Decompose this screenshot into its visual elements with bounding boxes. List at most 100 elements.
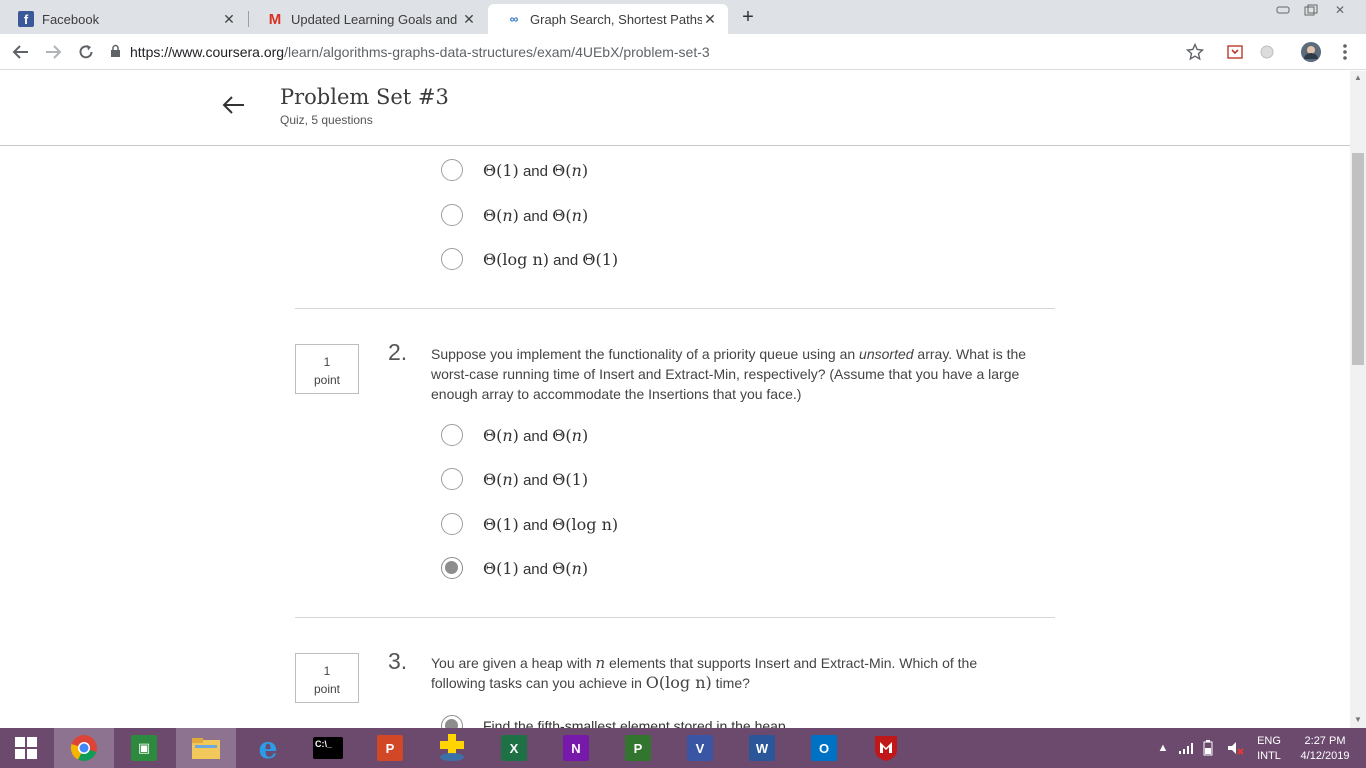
taskbar-cmd[interactable]: C:\_ <box>298 728 358 768</box>
minimize-icon <box>1276 6 1290 14</box>
taskbar-file-explorer[interactable] <box>176 728 236 768</box>
taskbar-chrome[interactable] <box>54 728 114 768</box>
radio-button[interactable] <box>441 159 463 181</box>
taskbar-mcafee[interactable] <box>856 728 916 768</box>
close-icon: ✕ <box>1334 3 1346 17</box>
points-label: point <box>313 682 341 696</box>
option-label: Find the fifth-smallest element stored i… <box>483 718 790 728</box>
taskbar-outlook[interactable]: O <box>794 728 854 768</box>
q2-option-1[interactable]: Θ(n) and Θ(n) <box>441 423 588 447</box>
back-button[interactable] <box>9 40 33 64</box>
q1-option-3[interactable]: Θ(log n) and Θ(1) <box>441 247 618 271</box>
back-arrow-icon <box>222 96 244 114</box>
outlook-icon: O <box>811 735 837 761</box>
game-icon <box>440 734 464 761</box>
extension-shield-icon[interactable] <box>1224 41 1246 63</box>
url-path: /learn/algorithms-graphs-data-structures… <box>284 44 710 60</box>
reload-icon <box>79 45 93 59</box>
radio-button[interactable] <box>441 513 463 535</box>
onenote-icon: N <box>563 735 589 761</box>
taskbar-game[interactable] <box>422 728 482 768</box>
scroll-up-icon[interactable]: ▲ <box>1354 73 1362 82</box>
page-scrollbar[interactable]: ▲ ▼ <box>1350 71 1366 728</box>
gmail-icon: M <box>268 10 282 28</box>
close-window-button[interactable]: ✕ <box>1326 0 1354 20</box>
taskbar-onenote[interactable]: N <box>546 728 606 768</box>
input-language[interactable]: ENG INTL <box>1252 728 1286 768</box>
close-icon[interactable]: ✕ <box>461 11 477 28</box>
q2-option-3[interactable]: Θ(1) and Θ(log n) <box>441 512 618 536</box>
question-number: 3. <box>388 648 408 674</box>
tab-facebook[interactable]: f Facebook ✕ <box>0 4 247 34</box>
scrollbar-thumb[interactable] <box>1352 153 1364 365</box>
cmd-icon: C:\_ <box>313 737 343 759</box>
start-button[interactable] <box>0 728 52 768</box>
q2-option-2[interactable]: Θ(n) and Θ(1) <box>441 467 588 491</box>
restore-button[interactable] <box>1298 0 1324 20</box>
points-label: point <box>313 373 341 387</box>
q3-option-1[interactable]: Find the fifth-smallest element stored i… <box>441 714 790 728</box>
radio-button-selected[interactable] <box>441 557 463 579</box>
profile-avatar-icon[interactable] <box>1300 41 1322 63</box>
tab-title: Graph Search, Shortest Paths, and <box>530 11 702 27</box>
reload-button[interactable] <box>74 40 98 64</box>
tray-overflow-icon[interactable]: ▲ <box>1156 728 1170 768</box>
q1-option-1[interactable]: Θ(1) and Θ(n) <box>441 158 588 182</box>
question-text: You are given a heap with n elements tha… <box>431 654 978 692</box>
word-icon: W <box>749 735 775 761</box>
powerpoint-icon: P <box>377 735 403 761</box>
minimize-button[interactable] <box>1270 0 1296 20</box>
radio-button[interactable] <box>441 424 463 446</box>
taskbar-internet-explorer[interactable]: e <box>238 728 298 768</box>
points-value: 1 <box>323 355 331 369</box>
tab-title: Updated Learning Goals and Tim <box>291 11 461 27</box>
back-to-course-button[interactable] <box>222 93 246 124</box>
taskbar-excel[interactable]: X <box>484 728 544 768</box>
taskbar-visio[interactable]: V <box>670 728 730 768</box>
q2-option-4[interactable]: Θ(1) and Θ(n) <box>441 556 588 580</box>
question-text: Suppose you implement the functionality … <box>431 346 1027 402</box>
radio-button[interactable] <box>441 715 463 728</box>
address-bar[interactable]: https://www.coursera.org/learn/algorithm… <box>110 38 1220 66</box>
option-label: Θ(1) and Θ(n) <box>483 558 589 578</box>
tab-strip: f Facebook ✕ M Updated Learning Goals an… <box>0 0 1366 34</box>
points-value: 1 <box>323 664 331 678</box>
question-divider <box>295 308 1055 309</box>
menu-kebab-icon[interactable] <box>1334 41 1356 63</box>
visio-icon: V <box>687 735 713 761</box>
bookmark-star-icon[interactable] <box>1184 41 1206 63</box>
taskbar-word[interactable]: W <box>732 728 792 768</box>
close-icon[interactable]: ✕ <box>702 11 718 28</box>
radio-button[interactable] <box>441 468 463 490</box>
page-title: Problem Set #3 <box>280 85 449 109</box>
points-badge: 1 point <box>295 344 359 394</box>
forward-arrow-icon <box>46 45 62 59</box>
browser-toolbar: https://www.coursera.org/learn/algorithm… <box>0 34 1366 70</box>
radio-button[interactable] <box>441 248 463 270</box>
clock[interactable]: 2:27 PM 4/12/2019 <box>1292 728 1358 768</box>
radio-button[interactable] <box>441 204 463 226</box>
keyboard-layout: INTL <box>1257 749 1281 762</box>
tab-coursera[interactable]: ∞ Graph Search, Shortest Paths, and ✕ <box>488 4 728 34</box>
forward-button[interactable] <box>41 40 65 64</box>
q1-option-2[interactable]: Θ(n) and Θ(n) <box>441 203 588 227</box>
tab-gmail[interactable]: M Updated Learning Goals and Tim ✕ <box>249 4 487 34</box>
taskbar-powerpoint[interactable]: P <box>360 728 420 768</box>
internet-explorer-icon: e <box>258 730 278 766</box>
network-icon[interactable] <box>1178 728 1198 768</box>
new-tab-button[interactable]: + <box>735 6 761 28</box>
clock-date: 4/12/2019 <box>1300 749 1350 762</box>
taskbar-project[interactable]: P <box>608 728 668 768</box>
option-label: Θ(1) and Θ(n) <box>483 160 589 180</box>
volume-muted-icon[interactable] <box>1226 728 1246 768</box>
taskbar-store[interactable]: ▣ <box>114 728 174 768</box>
restore-icon <box>1304 4 1318 16</box>
extension-circle-icon[interactable] <box>1256 41 1278 63</box>
facebook-icon: f <box>18 11 34 27</box>
chrome-icon <box>70 735 97 761</box>
scroll-down-icon[interactable]: ▼ <box>1354 715 1362 724</box>
close-icon[interactable]: ✕ <box>221 11 237 28</box>
battery-icon[interactable] <box>1202 728 1220 768</box>
question-number: 2. <box>388 339 408 365</box>
windows-logo-icon <box>15 737 37 759</box>
